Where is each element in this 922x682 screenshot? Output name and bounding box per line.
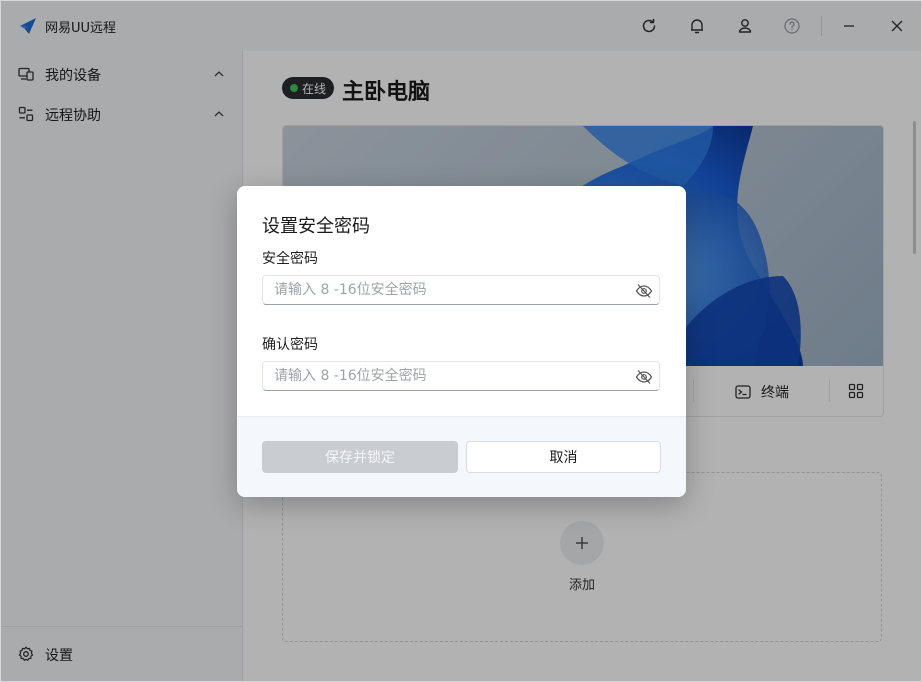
dialog-footer: 保存并锁定 取消 bbox=[237, 416, 686, 497]
eye-off-icon[interactable] bbox=[635, 282, 653, 300]
password-label: 安全密码 bbox=[262, 251, 318, 267]
eye-off-icon[interactable] bbox=[635, 368, 653, 386]
confirm-field-wrapper bbox=[262, 361, 660, 391]
confirm-password-input[interactable] bbox=[263, 362, 645, 390]
confirm-label: 确认密码 bbox=[262, 337, 318, 353]
password-field-wrapper bbox=[262, 275, 660, 305]
cancel-button[interactable]: 取消 bbox=[466, 441, 661, 473]
password-input[interactable] bbox=[263, 276, 645, 304]
app-window: 网易UU远程 我的设备 远程协助 设置 在线 主卧电脑 终端 添加 设置安全密码… bbox=[0, 0, 922, 682]
set-password-dialog: 设置安全密码 安全密码 确认密码 保存并锁定 取消 bbox=[237, 186, 686, 497]
dialog-title: 设置安全密码 bbox=[262, 216, 370, 237]
save-and-lock-button[interactable]: 保存并锁定 bbox=[262, 441, 458, 473]
